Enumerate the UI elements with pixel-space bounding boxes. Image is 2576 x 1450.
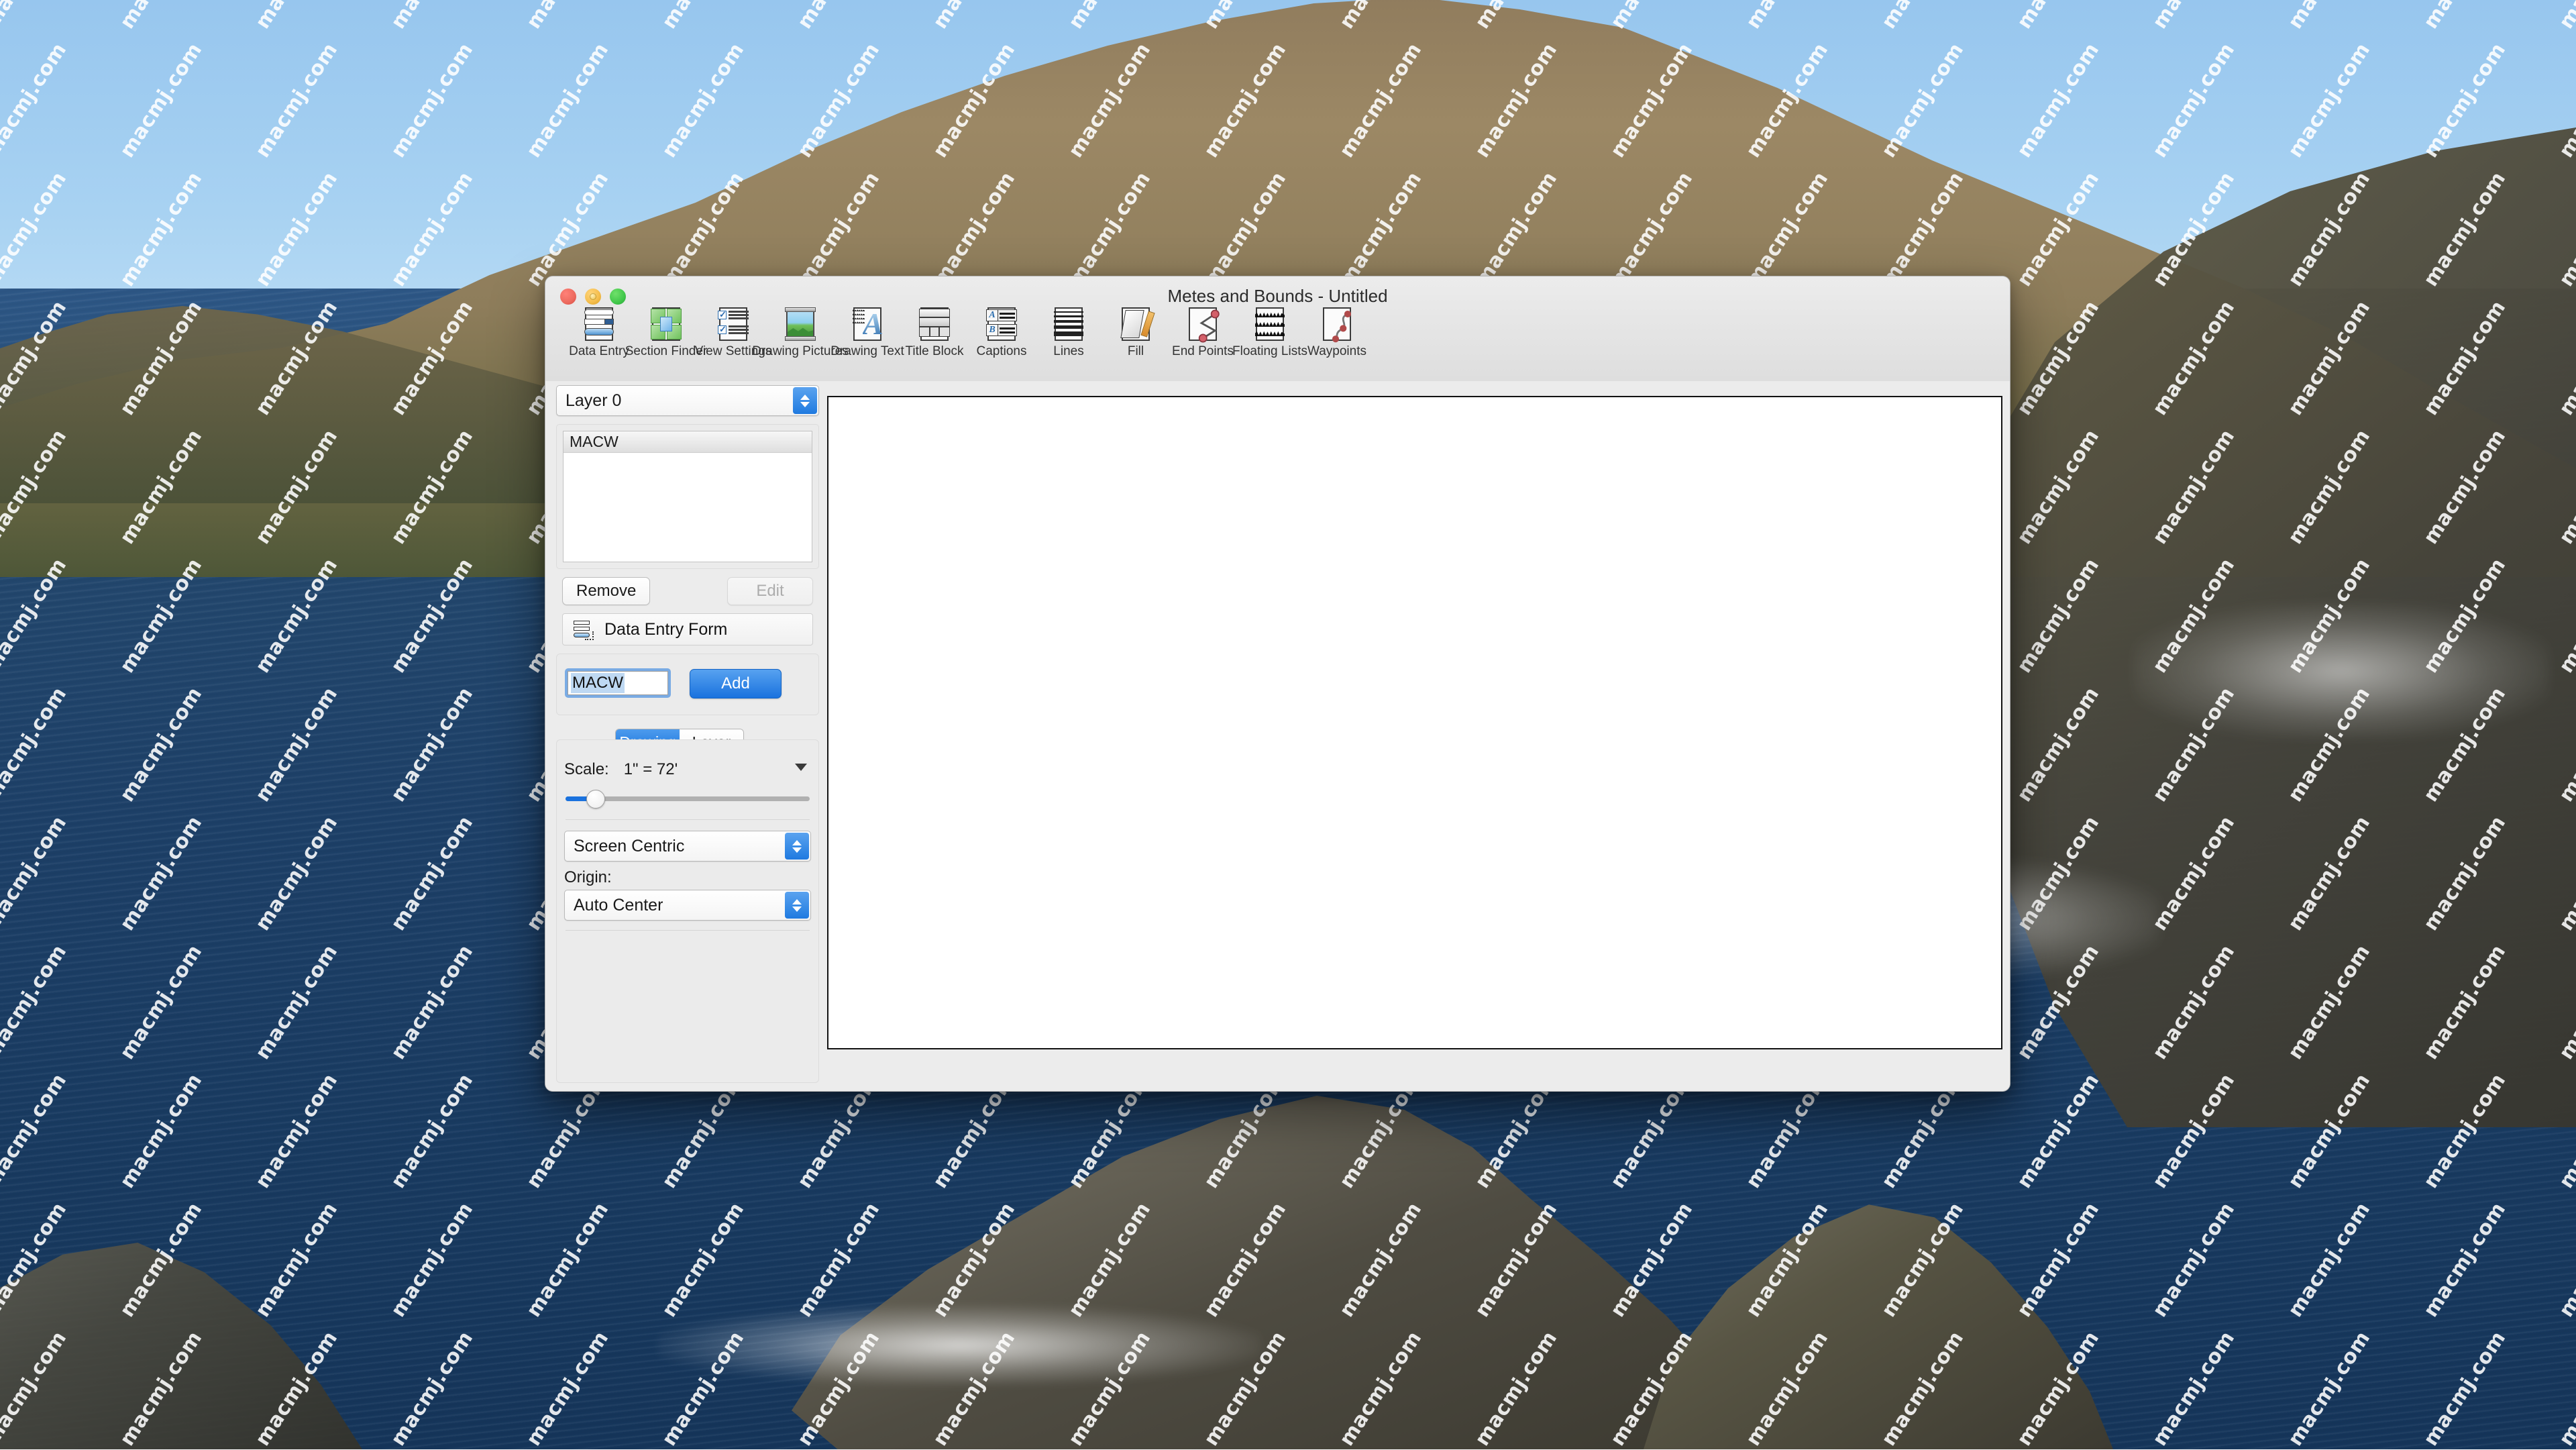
lines-icon [1051, 306, 1087, 342]
toolbar-label: Captions [977, 344, 1027, 359]
floating-lists-icon [1252, 306, 1288, 342]
add-segment-panel: MACW Add [556, 654, 819, 715]
new-segment-input-focusring: MACW [565, 668, 671, 698]
origin-popup-button[interactable]: Auto Center [564, 890, 811, 921]
scale-slider[interactable] [564, 790, 811, 807]
scale-value: 1" = 72' [624, 760, 678, 779]
toolbar-item-drawing-pictures[interactable]: Drawing Pictures [767, 306, 834, 359]
data-entry-form-icon [572, 619, 592, 639]
toolbar-item-waypoints[interactable]: Waypoints [1303, 306, 1371, 359]
window-content: Layer 0 MACW Remove Edit [545, 381, 2010, 1091]
toolbar-item-lines[interactable]: Lines [1035, 306, 1102, 359]
chevron-updown-icon [793, 387, 817, 414]
waypoints-icon [1319, 306, 1355, 342]
data-entry-icon [581, 306, 617, 342]
edit-button: Edit [727, 577, 813, 605]
main-toolbar: Data Entry Section Finder View Setting [566, 306, 1371, 359]
scale-slider-thumb[interactable] [586, 790, 605, 809]
segment-list[interactable]: MACW [563, 431, 812, 562]
list-item[interactable]: MACW [564, 431, 812, 453]
captions-icon: A B [983, 306, 1020, 342]
segment-list-panel: MACW [556, 424, 819, 569]
origin-label: Origin: [564, 868, 811, 887]
scale-label: Scale: [564, 760, 609, 779]
divider [566, 930, 810, 931]
drawing-pictures-icon [782, 306, 818, 342]
data-entry-form-label: Data Entry Form [604, 620, 727, 639]
left-sidebar: Layer 0 MACW Remove Edit [556, 385, 819, 1083]
scale-row: Scale: 1" = 72' [564, 760, 811, 779]
list-action-buttons: Remove Edit [562, 577, 813, 605]
data-entry-form-button[interactable]: Data Entry Form [562, 613, 813, 645]
drawing-canvas[interactable] [827, 396, 2002, 1049]
chevron-updown-icon [785, 833, 809, 860]
toolbar-label: Waypoints [1307, 344, 1366, 359]
toolbar-item-title-block[interactable]: Title Block [901, 306, 968, 359]
toolbar-label: Drawing Text [830, 344, 904, 359]
fill-icon [1118, 306, 1154, 342]
window-title: Metes and Bounds - Untitled [545, 286, 2010, 307]
toolbar-item-floating-lists[interactable]: Floating Lists [1236, 306, 1303, 359]
toolbar-item-end-points[interactable]: End Points [1169, 306, 1236, 359]
layer-popup-button[interactable]: Layer 0 [556, 385, 819, 416]
divider [566, 819, 810, 820]
view-settings-icon [715, 306, 751, 342]
wallpaper-surf-bottom [657, 1305, 1261, 1386]
new-segment-input-value: MACW [571, 673, 625, 693]
remove-button[interactable]: Remove [562, 577, 650, 605]
toolbar-item-section-finder[interactable]: Section Finder [633, 306, 700, 359]
title-block-icon [916, 306, 953, 342]
chevron-down-icon[interactable] [795, 764, 807, 771]
layer-popup-value: Layer 0 [557, 391, 621, 411]
chevron-updown-icon [785, 892, 809, 919]
metes-and-bounds-window: Metes and Bounds - Untitled Data Entry S… [545, 276, 2010, 1092]
window-titlebar: Metes and Bounds - Untitled Data Entry S… [545, 276, 2010, 382]
toolbar-item-data-entry[interactable]: Data Entry [566, 306, 633, 359]
drawing-settings-panel: Scale: 1" = 72' Screen Centric Orig [556, 739, 819, 1083]
toolbar-label: Fill [1128, 344, 1144, 359]
end-points-icon [1185, 306, 1221, 342]
centric-popup-button[interactable]: Screen Centric [564, 831, 811, 862]
toolbar-label: Title Block [906, 344, 964, 359]
section-finder-icon [648, 306, 684, 342]
toolbar-label: End Points [1172, 344, 1234, 359]
add-button[interactable]: Add [690, 669, 782, 698]
toolbar-item-captions[interactable]: A B Captions [968, 306, 1035, 359]
new-segment-input[interactable]: MACW [568, 671, 668, 695]
drawing-text-icon: A [849, 306, 885, 342]
toolbar-label: Data Entry [569, 344, 629, 359]
toolbar-item-drawing-text[interactable]: A Drawing Text [834, 306, 901, 359]
toolbar-label: Lines [1053, 344, 1083, 359]
origin-popup-value: Auto Center [565, 896, 663, 915]
toolbar-item-fill[interactable]: Fill [1102, 306, 1169, 359]
centric-popup-value: Screen Centric [565, 837, 684, 856]
toolbar-label: Floating Lists [1232, 344, 1307, 359]
wallpaper-surf-right [2133, 604, 2549, 738]
